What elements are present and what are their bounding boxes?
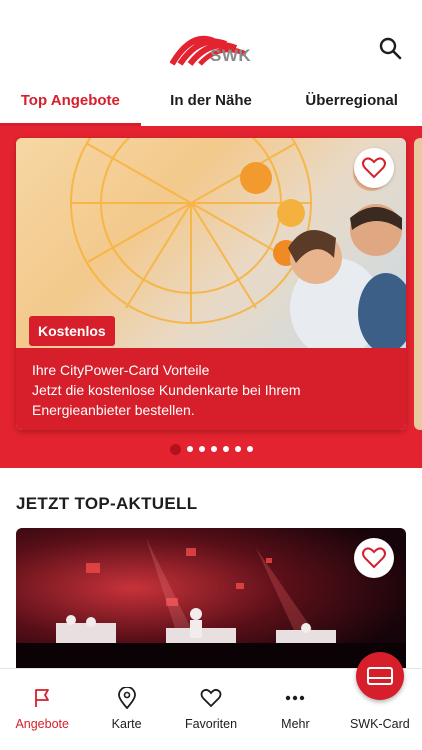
carousel-indicator [170, 442, 253, 456]
section-title: JETZT TOP-AKTUELL [16, 494, 198, 513]
tab-bar: Top Angebote In der Nähe Überregional [0, 84, 422, 126]
card-description: Ihre CityPower-Card Vorteile Jetzt die k… [16, 348, 406, 430]
search-button[interactable] [378, 36, 404, 62]
free-badge: Kostenlos [29, 316, 115, 346]
nav-angebote[interactable]: Angebote [0, 669, 84, 750]
carousel-dot[interactable] [223, 446, 229, 452]
more-dots-icon [286, 695, 305, 701]
nav-label: Favoriten [184, 717, 238, 731]
map-pin-icon [117, 687, 136, 709]
carousel-dot[interactable] [235, 446, 241, 452]
swk-logo: SWK [169, 32, 254, 68]
heart-icon [362, 157, 386, 179]
card-title: Ihre CityPower-Card Vorteile [32, 362, 210, 378]
logo-text: SWK [210, 46, 252, 65]
nav-favoriten[interactable]: Favoriten [169, 669, 253, 750]
carousel-dot[interactable] [187, 446, 193, 452]
favorite-button[interactable] [354, 148, 394, 188]
card-subtitle: Jetzt die kostenlose Kundenkarte bei Ihr… [32, 382, 301, 418]
carousel-dot[interactable] [211, 446, 217, 452]
carousel-dot[interactable] [170, 443, 181, 455]
heart-icon [362, 547, 386, 569]
swk-card-button[interactable] [356, 652, 404, 700]
flag-icon [35, 689, 50, 707]
hero-carousel: Kostenlos Ihre CityPower-Card Vorteile J… [0, 126, 422, 468]
nav-label: Mehr [281, 717, 310, 731]
search-icon [379, 37, 402, 60]
tab-in-der-naehe[interactable]: In der Nähe [141, 84, 282, 126]
carousel-dot[interactable] [199, 446, 205, 452]
offer-card[interactable]: Kostenlos Ihre CityPower-Card Vorteile J… [16, 138, 406, 430]
nav-mehr[interactable]: Mehr [253, 669, 337, 750]
nav-label: Karte [111, 717, 142, 731]
app-header: SWK [0, 0, 422, 84]
next-card-peek[interactable] [414, 138, 422, 430]
card-icon [367, 667, 393, 685]
favorite-button[interactable] [354, 538, 394, 578]
concert-card[interactable] [16, 528, 406, 678]
concert-photo [16, 538, 406, 678]
heart-icon [200, 688, 222, 708]
tab-top-angebote[interactable]: Top Angebote [0, 84, 141, 126]
tab-ueberregional[interactable]: Überregional [281, 84, 422, 126]
carousel-dot[interactable] [247, 446, 253, 452]
nav-karte[interactable]: Karte [84, 669, 168, 750]
nav-label: Angebote [15, 717, 69, 731]
nav-label: SWK-Card [349, 717, 410, 731]
